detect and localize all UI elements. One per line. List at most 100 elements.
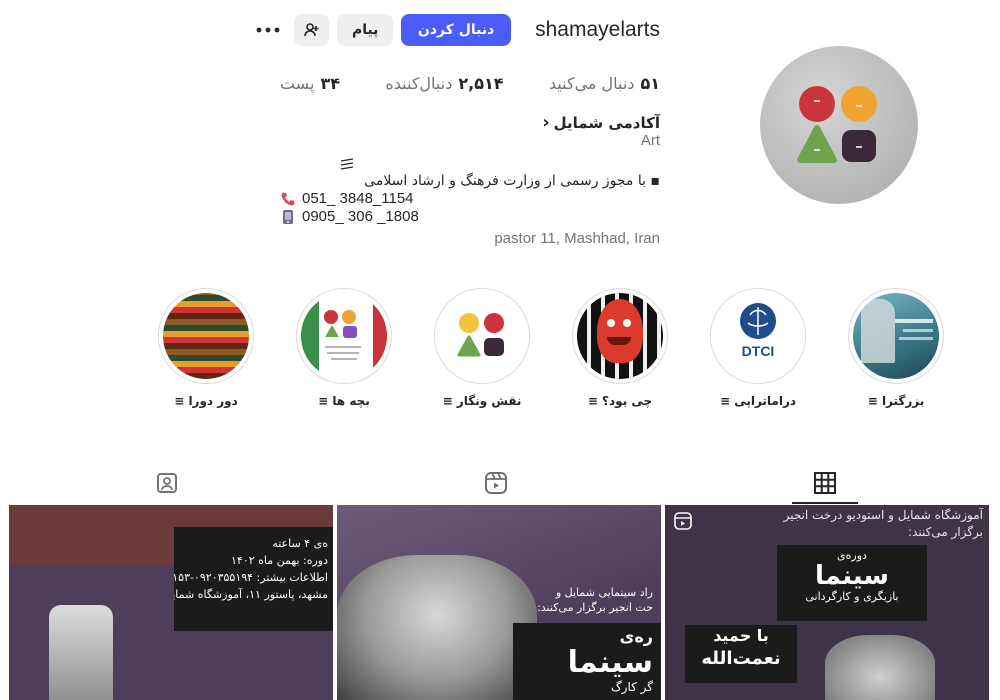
highlight-item[interactable]: دور دورا ≡: [156, 288, 256, 408]
tagged-icon: [157, 473, 177, 493]
highlight-cover: DTCI: [715, 293, 801, 379]
highlight-cover: [163, 293, 249, 379]
highlight-ring: [434, 288, 530, 384]
shamayel-logo-icon: [324, 310, 361, 360]
highlight-ring: [848, 288, 944, 384]
category: Art: [640, 132, 660, 149]
message-button[interactable]: پیام: [337, 14, 393, 46]
highlight-label-text: دور دورا: [188, 394, 238, 408]
follow-button[interactable]: دنبال کردن: [400, 14, 512, 46]
highlight-label: نقش ونگار ≡: [442, 394, 522, 408]
shamayel-logo-icon: [457, 313, 504, 357]
address[interactable]: pastor 11, Mashhad, Iran: [280, 230, 660, 248]
phone-row-2: 0905_ 306 _1808: [280, 208, 660, 226]
post-text: برگزار می‌کنند:: [908, 525, 983, 539]
post-text: اطلاعات بیشتر: ۰۹۲۰۳۵۵۱۹۴-۰۵۱۳۸۴۸۱۱۵۳: [174, 571, 328, 584]
post-thumbnail[interactable]: راد سینمایی شمایل و حت انجیر برگزار می‌ک…: [337, 505, 661, 700]
tab-tagged[interactable]: [154, 470, 180, 496]
highlight-label-text: چی بود؟: [602, 394, 653, 408]
profile-header: shamayelarts دنبال کردن پیام: [250, 12, 660, 48]
profile-tabs: [0, 462, 1000, 504]
active-tab-indicator: [792, 502, 858, 504]
post-text: حت انجیر برگزار می‌کنند:: [537, 601, 653, 614]
reels-icon: [485, 472, 507, 494]
chevron-left-icon: ‹: [542, 112, 550, 133]
post-text: نعمت‌الله: [701, 648, 781, 669]
posts-count: ۳۴: [320, 74, 340, 93]
highlight-label: بچه ها ≡: [318, 394, 370, 408]
highlight-label: دور دورا ≡: [174, 394, 238, 408]
post-caption: آموزشگاه شمایل و استودیو درخت انجیر برگز…: [784, 507, 983, 541]
post-text: با حمید: [713, 626, 769, 645]
highlight-label: دراماتراپی ≡: [719, 394, 797, 408]
post-text: سینما: [815, 561, 889, 591]
followers-stat[interactable]: ۲,۵۱۴ دنبال‌کننده: [385, 74, 503, 93]
tab-posts[interactable]: [812, 470, 838, 496]
post-title-box: ره‌ی سینما گر کارگ: [513, 623, 661, 700]
story-highlights: بزرگترا ≡ DTCI دراماتراپی ≡ چی بود؟ ≡ نق…: [150, 288, 950, 418]
highlight-label-text: بزرگترا: [881, 394, 925, 408]
posts-stat: ۳۴ پست: [280, 74, 340, 93]
shamayel-logo-icon: [797, 86, 877, 163]
add-person-icon: [303, 23, 319, 37]
posts-label: پست: [280, 74, 315, 93]
highlight-cover: [853, 293, 939, 379]
mobile-phone-icon: [283, 210, 293, 224]
suggested-users-button[interactable]: [293, 14, 330, 46]
post-text: ه‌ی ۴ ساعته: [272, 537, 328, 550]
bio-text: با مجوز رسمی از وزارت فرهنگ و ارشاد اسلا…: [364, 173, 647, 189]
highlight-cover: [439, 293, 525, 379]
more-icon: [256, 27, 280, 33]
post-thumbnail[interactable]: ه‌ی ۴ ساعته دوره: بهمن ماه ۱۴۰۲ اطلاعات …: [9, 505, 333, 700]
post-info-box: ه‌ی ۴ ساعته دوره: بهمن ماه ۱۴۰۲ اطلاعات …: [174, 527, 333, 631]
following-label: دنبال می‌کنید: [548, 74, 635, 93]
post-caption: راد سینمایی شمایل و حت انجیر برگزار می‌ک…: [537, 585, 653, 615]
highlight-ring: [158, 288, 254, 384]
highlight-label-text: دراماتراپی: [734, 394, 797, 408]
highlight-item[interactable]: DTCI دراماتراپی ≡: [708, 288, 808, 408]
highlight-cover: [301, 293, 387, 379]
display-name-row[interactable]: آکادمی شمایل ‹: [280, 112, 660, 133]
post-text: ره‌ی: [619, 627, 653, 646]
highlight-label: بزرگترا ≡: [867, 394, 925, 408]
post-name-box: با حمید نعمت‌الله: [685, 625, 797, 683]
post-title-box: دوره‌ی سینما بازیگری و کارگردانی: [777, 545, 927, 621]
phone-number-2: 0905_ 306 _1808: [302, 208, 419, 225]
dtci-logo-icon: [740, 303, 776, 339]
highlight-label: چی بود؟ ≡: [587, 394, 653, 408]
more-options-button[interactable]: [250, 14, 286, 46]
post-thumbnail[interactable]: آموزشگاه شمایل و استودیو درخت انجیر برگز…: [665, 505, 989, 700]
profile-bio: آکادمی شمایل ‹ Art ▪ با مجوز رسمی از وزا…: [280, 114, 660, 248]
grid-icon: [814, 472, 836, 494]
post-text: دوره: بهمن ماه ۱۴۰۲: [231, 554, 328, 567]
tab-reels[interactable]: [483, 470, 509, 496]
highlight-item[interactable]: نقش ونگار ≡: [432, 288, 532, 408]
post-text: بازیگری و کارگردانی: [805, 590, 899, 603]
post-text: سینما: [567, 645, 653, 680]
bio-line: ▪ با مجوز رسمی از وزارت فرهنگ و ارشاد اس…: [364, 173, 660, 189]
following-stat[interactable]: ۵۱ دنبال می‌کنید: [549, 74, 660, 93]
dtci-text: DTCI: [741, 343, 775, 359]
highlight-cover: [577, 293, 663, 379]
post-text: راد سینمایی شمایل و: [555, 586, 653, 599]
followers-label: دنبال‌کننده: [385, 74, 453, 93]
post-text: آموزشگاه شمایل و استودیو درخت انجیر: [783, 508, 983, 522]
profile-avatar[interactable]: [760, 46, 918, 204]
highlight-item[interactable]: چی بود؟ ≡: [570, 288, 670, 408]
post-text: گر کارگ: [610, 680, 653, 694]
highlight-ring: DTCI: [710, 288, 806, 384]
highlight-ring: [572, 288, 668, 384]
profile-stats: ۳۴ پست ۲,۵۱۴ دنبال‌کننده ۵۱ دنبال می‌کنید: [280, 74, 660, 93]
highlight-label-text: بچه ها: [332, 394, 370, 408]
reel-icon: [674, 512, 692, 530]
phone-icon: [281, 192, 295, 206]
display-name: آکادمی شمایل: [553, 114, 660, 132]
username: shamayelarts: [535, 18, 660, 41]
following-count: ۵۱: [640, 74, 660, 93]
highlight-item[interactable]: بزرگترا ≡: [846, 288, 946, 408]
highlight-label-text: نقش ونگار: [456, 394, 522, 408]
highlight-item[interactable]: بچه ها ≡: [294, 288, 394, 408]
post-text: مشهد، پاستور ۱۱، آموزشگاه شمایل: [174, 588, 328, 601]
phone-row-1: 051_ 3848_1154: [280, 190, 660, 208]
followers-count: ۲,۵۱۴: [458, 74, 504, 93]
